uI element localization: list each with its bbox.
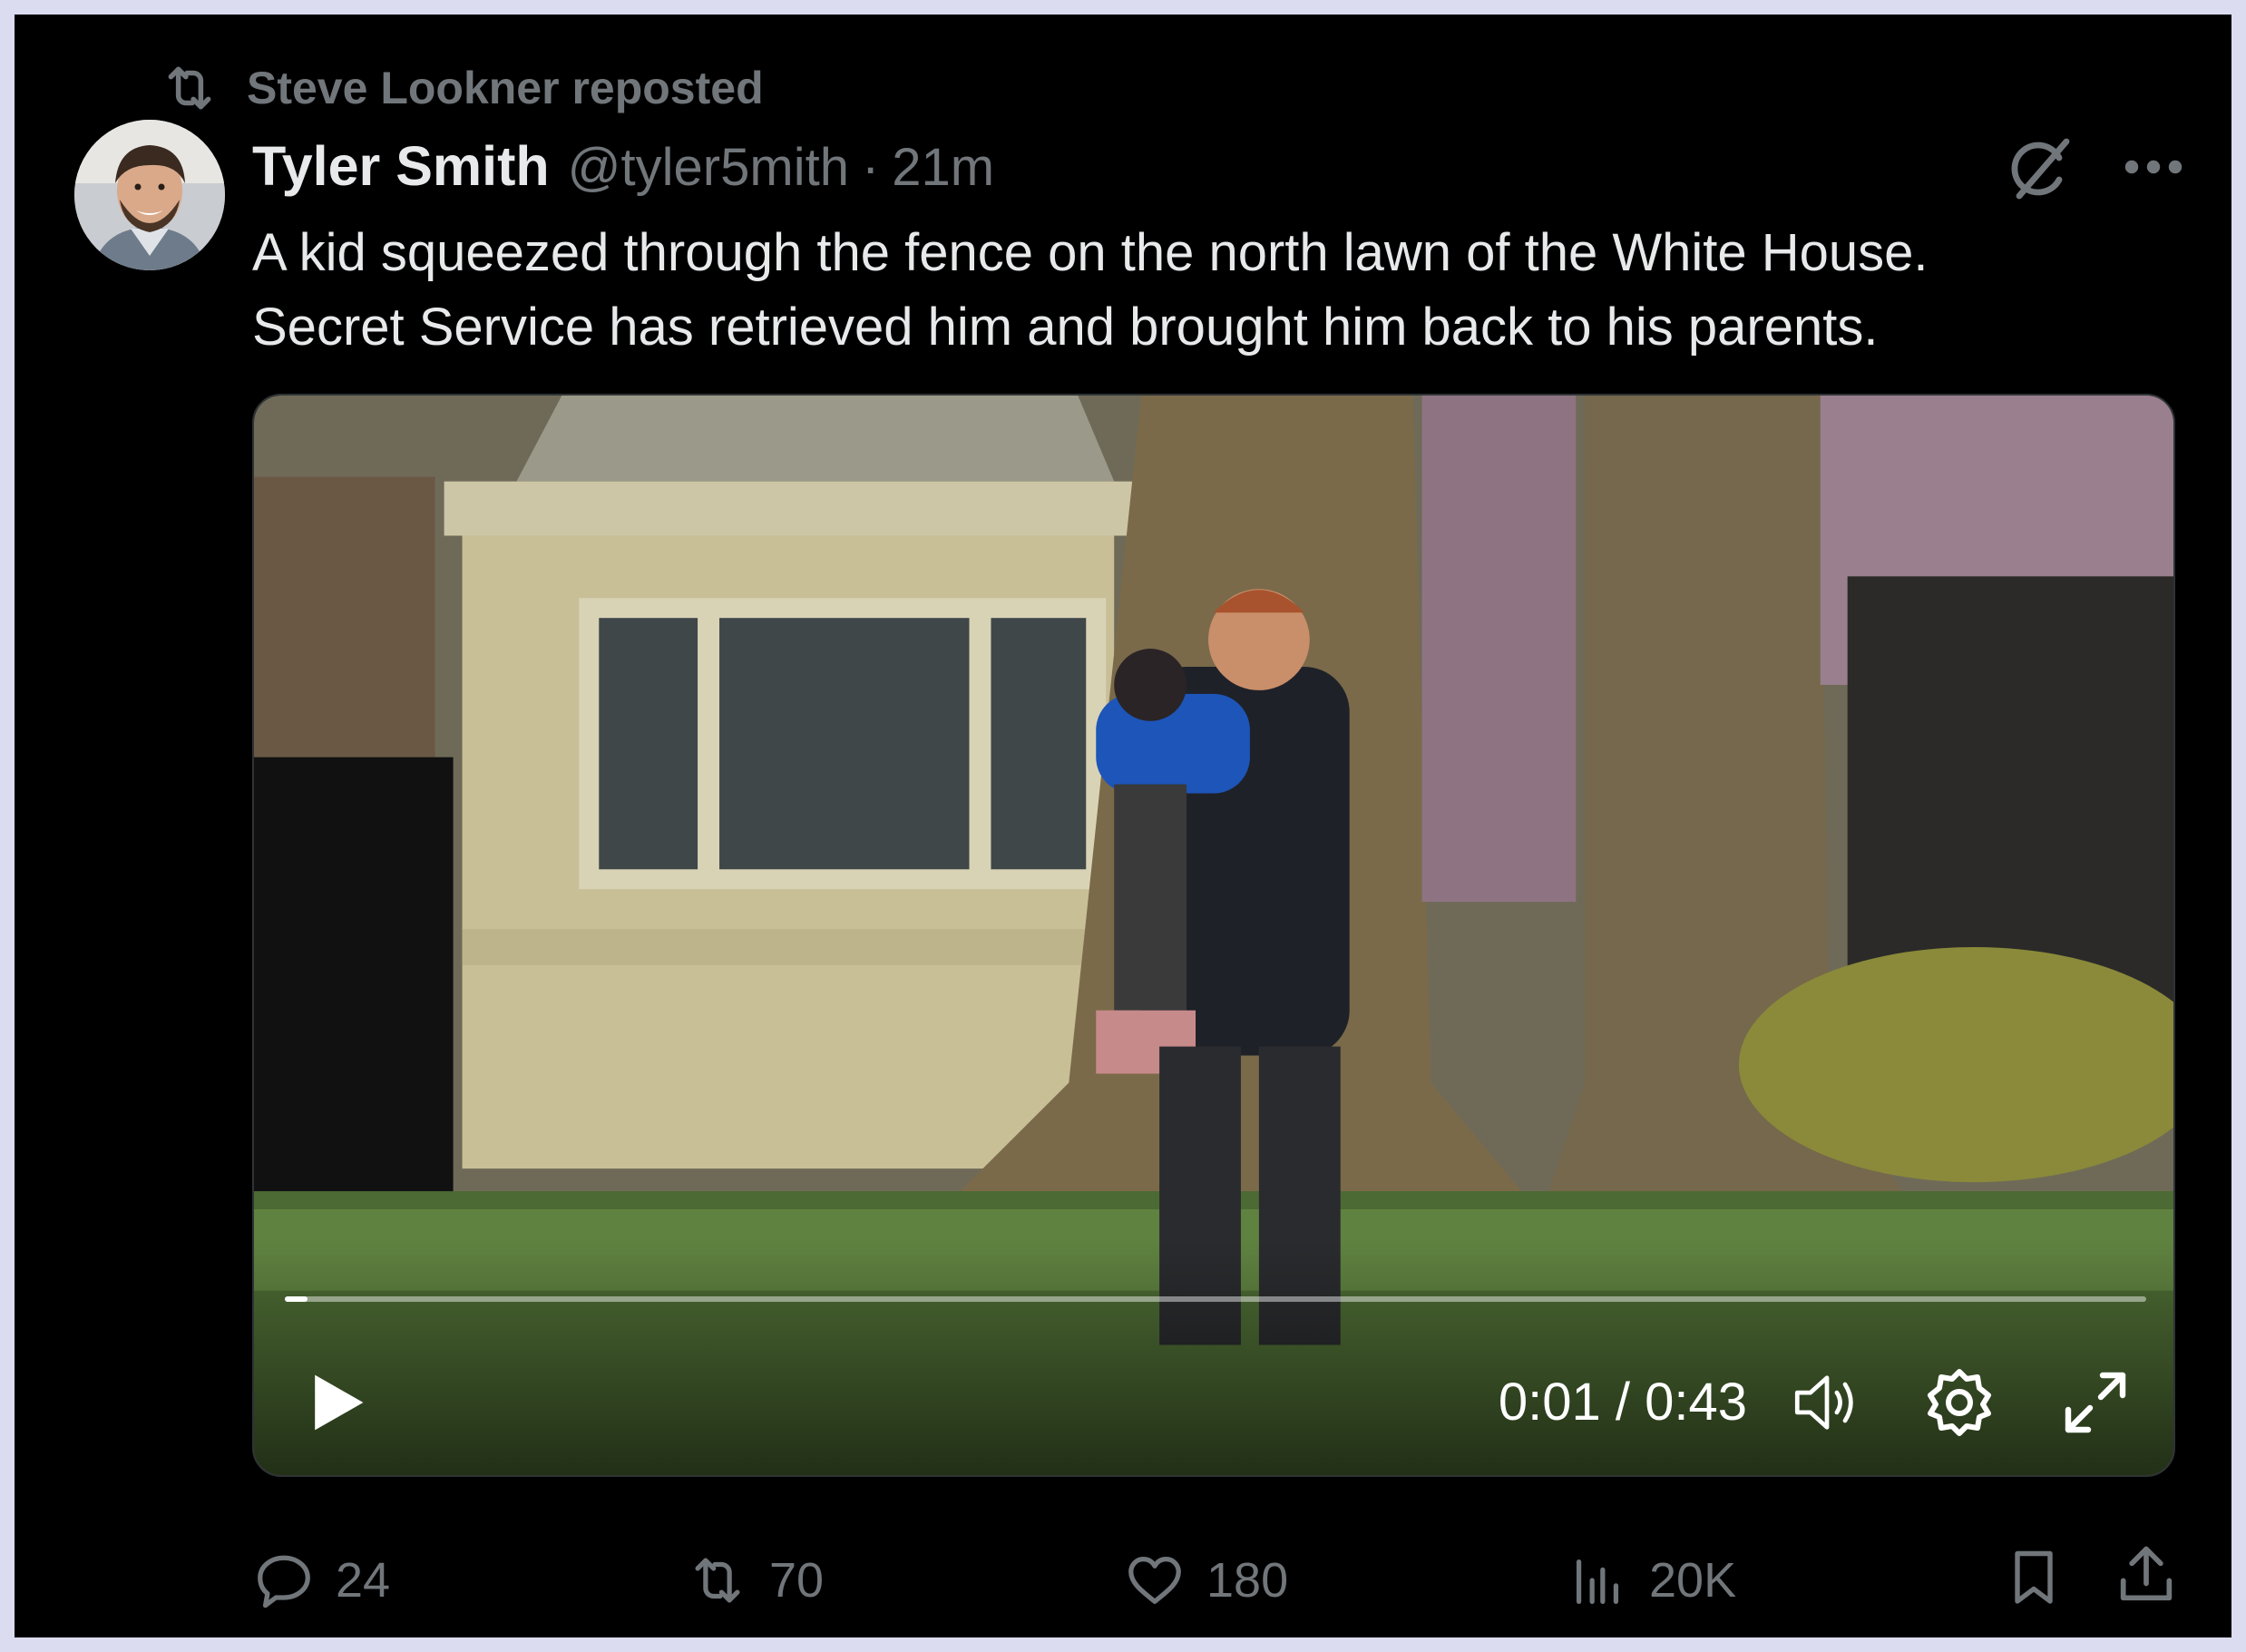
post-timestamp[interactable]: 21m [892, 137, 994, 198]
fullscreen-icon[interactable] [2059, 1366, 2132, 1439]
post-text-line: A kid squeezed through the fence on the … [252, 223, 1929, 282]
share-icon[interactable] [2112, 1540, 2181, 1609]
post-header: Tyler Smith @tyler5mith · 21m [252, 134, 994, 207]
avatar[interactable] [74, 120, 225, 270]
repost-banner-text[interactable]: Steve Lookner reposted [247, 62, 764, 114]
avatar-photo [74, 120, 225, 270]
video-time-readout: 0:01 / 0:43 [1498, 1373, 1747, 1432]
video-player[interactable]: 0:01 / 0:43 [252, 394, 2175, 1477]
author-handle[interactable]: @tyler5mith [568, 137, 849, 198]
video-progress-fill [285, 1296, 308, 1302]
reply-button[interactable]: 24 [252, 1544, 390, 1617]
views-button[interactable]: 20K [1566, 1544, 1736, 1617]
volume-icon[interactable] [1791, 1368, 1863, 1437]
views-icon [1576, 1559, 1619, 1604]
repost-count: 70 [769, 1553, 825, 1608]
reply-count: 24 [336, 1553, 391, 1608]
more-icon[interactable] [2117, 140, 2190, 194]
repost-banner[interactable]: Steve Lookner reposted [160, 56, 764, 120]
header-separator: · [861, 138, 880, 197]
grok-icon[interactable] [2005, 132, 2077, 205]
repost-icon [168, 66, 211, 110]
settings-icon[interactable] [1923, 1366, 1996, 1439]
bookmark-icon[interactable] [2001, 1544, 2066, 1609]
repost-button[interactable]: 70 [686, 1544, 824, 1617]
like-button[interactable]: 180 [1123, 1544, 1288, 1617]
post-text: A kid squeezed through the fence on the … [252, 216, 2193, 365]
heart-icon [1128, 1557, 1181, 1604]
post-text-line: Secret Service has retrieved him and bro… [252, 298, 1879, 357]
video-progress-bar[interactable] [285, 1296, 2146, 1302]
like-count: 180 [1206, 1553, 1289, 1608]
views-count: 20K [1649, 1553, 1737, 1608]
author-name[interactable]: Tyler Smith [252, 134, 550, 198]
post-card[interactable]: Steve Lookner reposted Tyler Smith @tyle… [15, 15, 2231, 1637]
repost-icon [695, 1558, 740, 1603]
play-icon[interactable] [301, 1368, 370, 1437]
reply-icon [258, 1555, 310, 1608]
controls-scrim [254, 1239, 2173, 1475]
